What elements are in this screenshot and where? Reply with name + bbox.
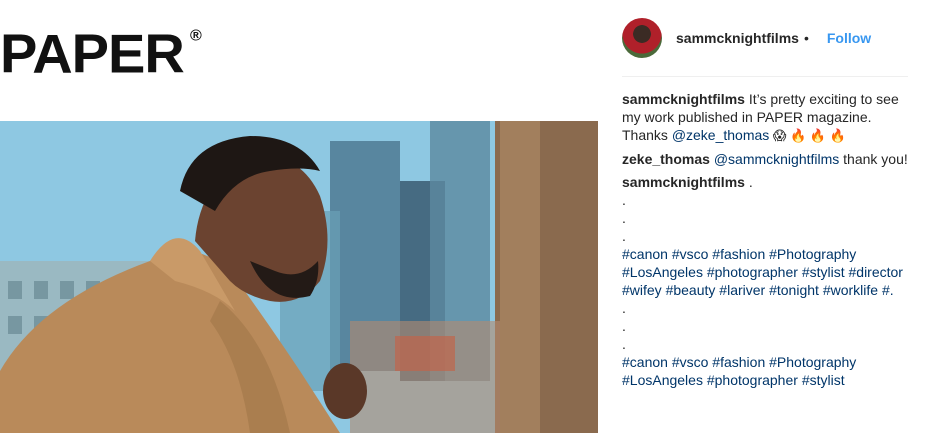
comment-item: sammcknightfilms It’s pretty exciting to… xyxy=(622,90,912,145)
header-divider xyxy=(622,76,908,77)
mention-link[interactable]: @zeke_thomas xyxy=(672,127,769,143)
logo-text: PAPER xyxy=(0,22,185,85)
dot-line: . xyxy=(622,228,626,244)
comments-panel: sammcknightfilms • Follow sammcknightfil… xyxy=(598,0,934,433)
comment-text: thank you! xyxy=(839,151,908,167)
hashtag-block: #canon #vsco #fashion #Photography #LosA… xyxy=(622,353,912,389)
hashtag-block: #canon #vsco #fashion #Photography #LosA… xyxy=(622,245,912,299)
hashtag-link[interactable]: #fashion xyxy=(712,246,765,262)
post-media[interactable]: PAPER ® xyxy=(0,0,598,433)
dot-line: . xyxy=(622,192,626,208)
hashtag-link[interactable]: #LosAngeles xyxy=(622,372,703,388)
hashtag-link[interactable]: #stylist xyxy=(802,372,845,388)
hashtag-link[interactable]: #wifey xyxy=(622,282,662,298)
comment-username[interactable]: sammcknightfilms xyxy=(622,91,745,107)
dot-line: . xyxy=(622,300,626,316)
hashtag-link[interactable]: #stylist xyxy=(802,264,845,280)
comment-item: zeke_thomas @sammcknightfilms thank you! xyxy=(622,150,912,168)
user-avatar[interactable] xyxy=(622,18,662,58)
hashtag-link[interactable]: #Photography xyxy=(769,354,856,370)
comment-username[interactable]: zeke_thomas xyxy=(622,151,710,167)
post-header: sammcknightfilms • Follow xyxy=(622,18,907,58)
header-username[interactable]: sammcknightfilms xyxy=(676,30,799,46)
hashtag-link[interactable]: #photographer xyxy=(707,264,798,280)
hashtag-link[interactable]: #canon xyxy=(622,246,668,262)
hashtag-link[interactable]: #LosAngeles xyxy=(622,264,703,280)
comment-emojis: 😱 🔥 🔥 🔥 xyxy=(769,128,846,143)
hashtag-link[interactable]: #canon xyxy=(622,354,668,370)
comment-list: sammcknightfilms It’s pretty exciting to… xyxy=(622,90,912,394)
hashtag-link[interactable]: #fashion xyxy=(712,354,765,370)
hashtag-link[interactable]: #worklife xyxy=(823,282,878,298)
follow-button[interactable]: Follow xyxy=(827,30,871,46)
hashtag-tail[interactable]: #. xyxy=(878,282,894,298)
mention-link[interactable]: @sammcknightfilms xyxy=(714,151,839,167)
hashtag-link[interactable]: #Photography xyxy=(769,246,856,262)
hashtag-link[interactable]: #director xyxy=(849,264,903,280)
dot-line: . xyxy=(622,336,626,352)
hashtag-link[interactable]: #beauty xyxy=(666,282,716,298)
dot-line: . xyxy=(622,318,626,334)
comment-username[interactable]: sammcknightfilms xyxy=(622,174,745,190)
hashtag-link[interactable]: #lariver xyxy=(719,282,765,298)
hashtag-link[interactable]: #vsco xyxy=(672,246,709,262)
comment-item: sammcknightfilms . . . . #canon #vsco #f… xyxy=(622,173,912,389)
paper-logo: PAPER ® xyxy=(0,26,202,82)
hashtag-link[interactable]: #tonight xyxy=(769,282,819,298)
hashtag-link[interactable]: #vsco xyxy=(672,354,709,370)
dot-line: . xyxy=(622,210,626,226)
header-separator: • xyxy=(803,30,809,46)
hashtag-link[interactable]: #photographer xyxy=(707,372,798,388)
post-photo[interactable] xyxy=(0,121,598,433)
photo-illustration xyxy=(0,121,598,433)
comment-text: . xyxy=(744,174,753,190)
registered-mark: ® xyxy=(189,27,202,45)
